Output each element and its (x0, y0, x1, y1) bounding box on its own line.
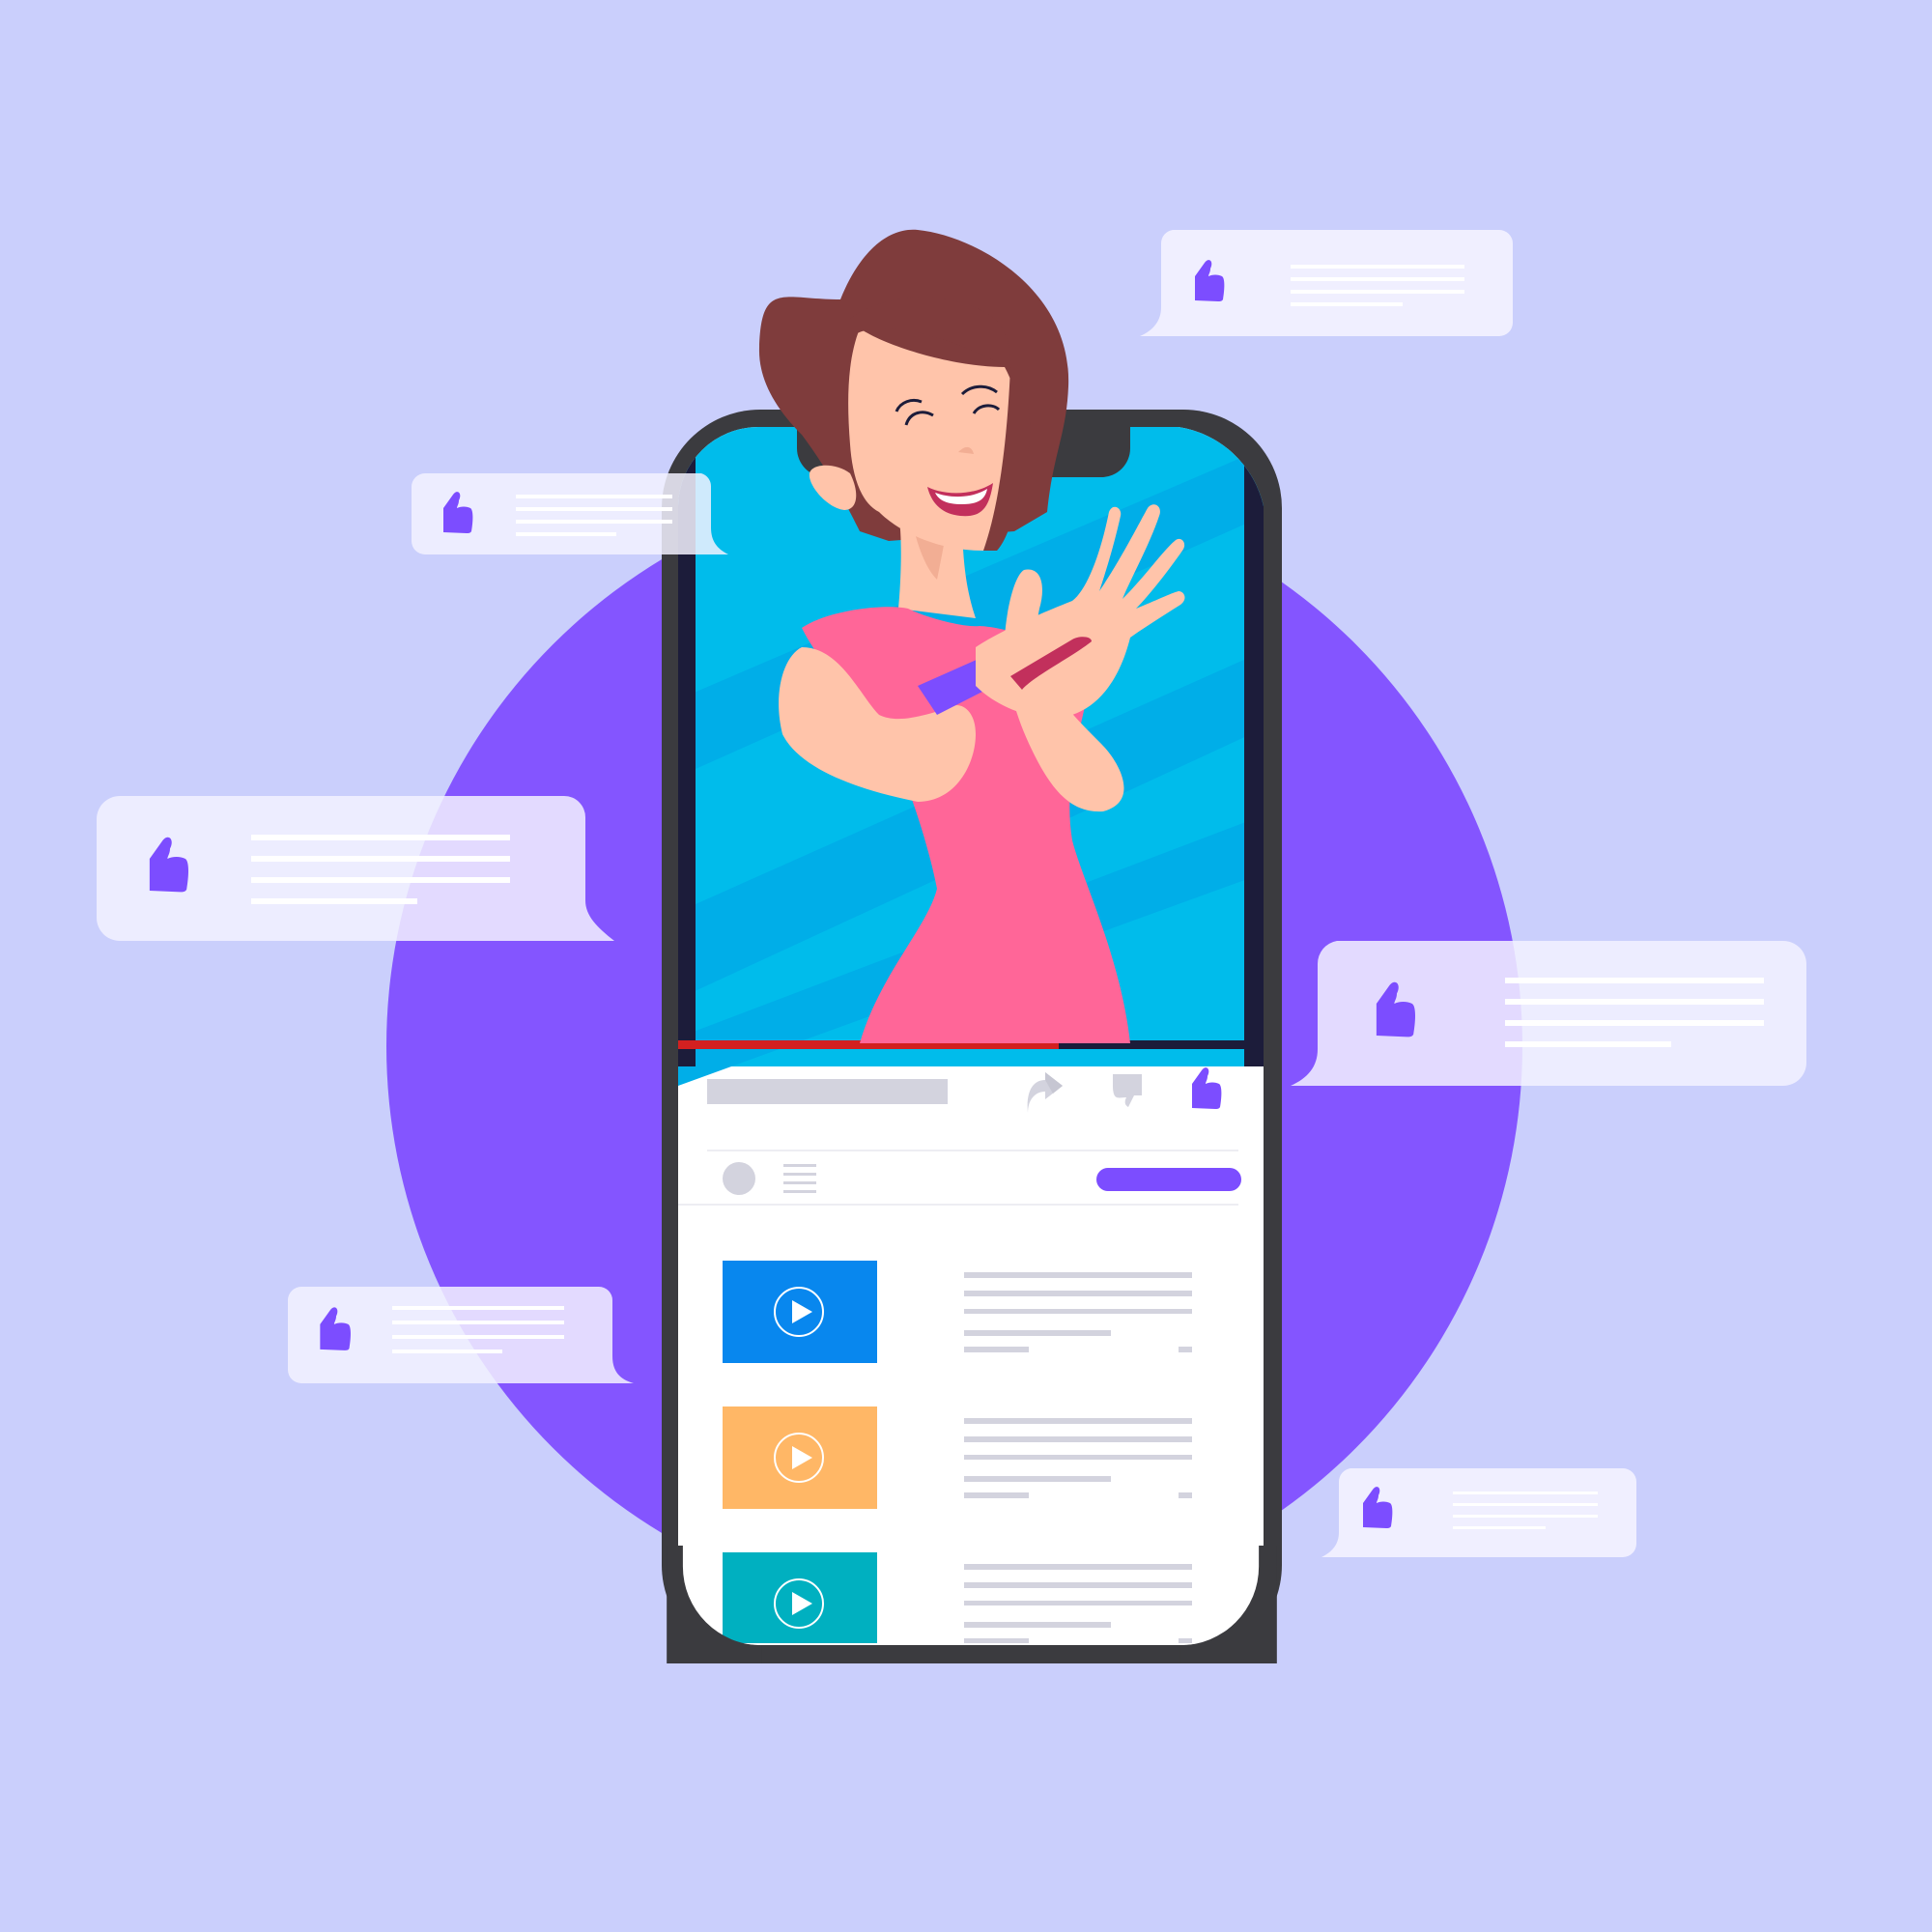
playlist-item[interactable] (723, 1406, 1192, 1511)
video-info-lines (964, 1418, 1194, 1505)
video-title-placeholder (707, 1079, 948, 1104)
thumbs-up-icon (1376, 981, 1415, 1037)
avatar-icon[interactable] (723, 1162, 755, 1195)
woman-illustration (758, 229, 1185, 1043)
comment-bubble[interactable] (1321, 1468, 1636, 1561)
comment-bubble[interactable] (288, 1287, 634, 1387)
divider-bottom (678, 1204, 1238, 1206)
video-thumbnail[interactable] (723, 1261, 877, 1363)
divider-top (707, 1150, 1238, 1151)
comment-text-lines (1505, 978, 1764, 1047)
comment-text-lines (1291, 265, 1464, 306)
thumbs-up-icon (320, 1307, 351, 1350)
thumbs-down-icon[interactable] (1111, 1072, 1146, 1117)
thumbs-up-icon (443, 492, 473, 533)
comment-bubble[interactable] (1291, 941, 1806, 1090)
comment-text-lines (516, 495, 672, 536)
subscribe-button[interactable] (1096, 1168, 1241, 1191)
video-edge-right (1244, 427, 1264, 1066)
video-info-lines (964, 1272, 1194, 1359)
comment-text-lines (251, 835, 510, 904)
thumbs-up-icon (1195, 260, 1225, 301)
comment-bubble[interactable] (97, 796, 614, 945)
hand-right (976, 504, 1185, 718)
thumbs-up-icon (149, 837, 188, 893)
comment-text-lines (1453, 1492, 1598, 1529)
play-icon[interactable] (772, 1285, 826, 1339)
play-icon[interactable] (772, 1431, 826, 1485)
share-arrow-icon[interactable] (1024, 1070, 1068, 1115)
video-thumbnail[interactable] (723, 1406, 877, 1509)
thumbs-up-icon (1363, 1487, 1393, 1528)
menu-lines-icon[interactable] (783, 1164, 816, 1193)
comment-text-lines (392, 1306, 564, 1353)
phone-bottom-mask (667, 1546, 1277, 1663)
thumbs-up-icon-action[interactable] (1190, 1063, 1225, 1111)
comment-bubble[interactable] (412, 473, 728, 580)
comment-bubble[interactable] (1140, 230, 1532, 346)
playlist-item[interactable] (723, 1261, 1192, 1365)
